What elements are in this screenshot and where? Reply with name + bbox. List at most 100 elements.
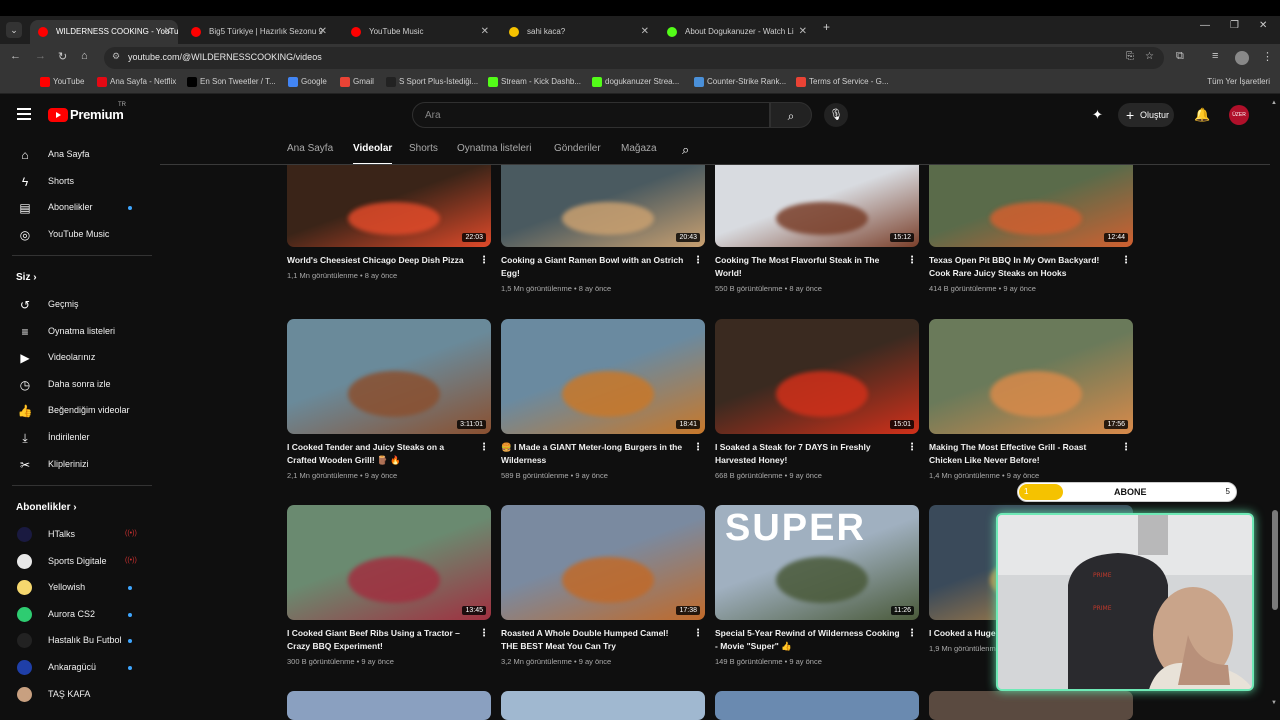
search-button[interactable]: ⌕ bbox=[770, 102, 812, 128]
subscription-item[interactable]: Ankaragücü bbox=[0, 655, 156, 681]
you-section-header[interactable]: Siz › bbox=[16, 272, 37, 283]
subscriptions-section-header[interactable]: Abonelikler › bbox=[16, 502, 77, 513]
more-options-icon[interactable]: ⋮ bbox=[479, 442, 489, 453]
browser-tab[interactable]: YouTube Music ✕ bbox=[343, 20, 495, 44]
video-thumbnail[interactable]: 18:41 bbox=[501, 319, 705, 434]
more-options-icon[interactable]: ⋮ bbox=[1121, 442, 1131, 453]
video-title[interactable]: Making The Most Effective Grill - Roast … bbox=[929, 441, 1115, 467]
subscription-item[interactable]: HTalks ((•)) bbox=[0, 522, 156, 548]
more-options-icon[interactable]: ⋮ bbox=[479, 255, 489, 266]
all-bookmarks-button[interactable]: Tüm Yer İşaretleri bbox=[1193, 77, 1270, 86]
close-tab-icon[interactable]: ✕ bbox=[799, 20, 807, 44]
sidebar-item[interactable]: ✂ Kliplerinizi bbox=[0, 452, 156, 478]
video-title[interactable]: I Soaked a Steak for 7 DAYS in Freshly H… bbox=[715, 441, 901, 467]
close-tab-icon[interactable]: ✕ bbox=[641, 20, 649, 44]
subscription-item[interactable]: Aurora CS2 bbox=[0, 602, 156, 628]
sidebar-item[interactable]: ▶ Videolarınız bbox=[0, 345, 156, 371]
sidebar-item[interactable]: ◎ YouTube Music bbox=[0, 222, 156, 248]
bookmark-item[interactable]: YouTube bbox=[40, 77, 84, 87]
close-window-icon[interactable]: ✕ bbox=[1259, 20, 1267, 31]
video-title[interactable]: Special 5-Year Rewind of Wilderness Cook… bbox=[715, 627, 901, 653]
maximize-icon[interactable]: ❐ bbox=[1230, 20, 1239, 31]
close-tab-icon[interactable]: ✕ bbox=[319, 20, 327, 44]
video-thumbnail[interactable]: 15:01 bbox=[715, 319, 919, 434]
video-thumbnail[interactable]: 17:38 bbox=[501, 505, 705, 620]
install-icon[interactable]: ⎘ bbox=[1126, 51, 1134, 62]
video-title[interactable]: Cooking The Most Flavorful Steak in The … bbox=[715, 254, 901, 280]
more-options-icon[interactable]: ⋮ bbox=[907, 255, 917, 266]
bookmark-item[interactable]: En Son Tweetler / T... bbox=[187, 77, 276, 87]
sidebar-item[interactable]: ↺ Geçmiş bbox=[0, 292, 156, 318]
more-options-icon[interactable]: ⋮ bbox=[693, 255, 703, 266]
more-options-icon[interactable]: ⋮ bbox=[907, 442, 917, 453]
subscription-item[interactable]: Yellowish bbox=[0, 575, 156, 601]
address-bar[interactable]: ⚙ youtube.com/@WILDERNESSCOOKING/videos … bbox=[104, 47, 1164, 69]
video-thumbnail[interactable] bbox=[501, 691, 705, 720]
reload-icon[interactable]: ↻ bbox=[58, 50, 67, 63]
video-thumbnail[interactable]: 20:43 bbox=[501, 165, 705, 247]
bookmark-item[interactable]: Terms of Service - G... bbox=[796, 77, 889, 87]
channel-search-icon[interactable]: ⌕ bbox=[682, 142, 689, 158]
tab-search-button[interactable]: ⌄ bbox=[6, 22, 22, 38]
browser-tab[interactable]: Big5 Türkiye | Hazırlık Sezonu 9 ✕ bbox=[183, 20, 333, 44]
video-title[interactable]: I Cooked Tender and Juicy Steaks on a Cr… bbox=[287, 441, 473, 467]
more-options-icon[interactable]: ⋮ bbox=[907, 628, 917, 639]
scrollbar-thumb[interactable] bbox=[1272, 510, 1278, 610]
bookmark-item[interactable]: Ana Sayfa - Netflix bbox=[97, 77, 176, 87]
video-thumbnail[interactable] bbox=[929, 691, 1133, 720]
video-thumbnail[interactable]: SUPER 11:26 bbox=[715, 505, 919, 620]
minimize-icon[interactable]: — bbox=[1200, 20, 1210, 31]
page-scrollbar[interactable]: ▲ ▼ bbox=[1271, 100, 1279, 720]
video-title[interactable]: Cooking a Giant Ramen Bowl with an Ostri… bbox=[501, 254, 687, 280]
media-icon[interactable]: ≡ bbox=[1212, 50, 1218, 62]
create-button[interactable]: Oluştur bbox=[1118, 103, 1174, 127]
close-tab-icon[interactable]: ✕ bbox=[481, 20, 489, 44]
channel-tab[interactable]: Gönderiler bbox=[554, 143, 601, 154]
subscription-item[interactable]: Hastalık Bu Futbol bbox=[0, 628, 156, 654]
menu-icon[interactable]: ⋮ bbox=[1262, 50, 1273, 63]
scroll-down-icon[interactable]: ▼ bbox=[1271, 700, 1277, 706]
channel-tab[interactable]: Oynatma listeleri bbox=[457, 143, 531, 154]
more-options-icon[interactable]: ⋮ bbox=[1121, 255, 1131, 266]
channel-tab[interactable]: Shorts bbox=[409, 143, 438, 154]
site-info-icon[interactable]: ⚙ bbox=[112, 51, 120, 62]
bookmark-item[interactable]: Counter-Strike Rank... bbox=[694, 77, 786, 87]
sidebar-item[interactable]: ϟ Shorts bbox=[0, 169, 156, 195]
video-title[interactable]: Roasted A Whole Double Humped Camel! THE… bbox=[501, 627, 687, 653]
video-thumbnail[interactable] bbox=[715, 691, 919, 720]
channel-tab[interactable]: Videolar bbox=[353, 143, 393, 165]
browser-tab[interactable]: About Dogukanuzer - Watch Li ✕ bbox=[659, 20, 813, 44]
sidebar-item[interactable]: ◷ Daha sonra izle bbox=[0, 372, 156, 398]
bookmark-item[interactable]: Stream - Kick Dashb... bbox=[488, 77, 581, 87]
voice-search-icon[interactable]: 🎙 bbox=[824, 103, 848, 127]
video-thumbnail[interactable]: 17:56 bbox=[929, 319, 1133, 434]
bookmark-item[interactable]: dogukanuzer Strea... bbox=[592, 77, 679, 87]
notifications-icon[interactable]: 🔔 bbox=[1194, 107, 1210, 123]
back-icon[interactable]: ← bbox=[10, 50, 21, 62]
extensions-icon[interactable]: ⧉ bbox=[1176, 50, 1184, 63]
video-title[interactable]: World's Cheesiest Chicago Deep Dish Pizz… bbox=[287, 254, 473, 267]
video-title[interactable]: Texas Open Pit BBQ In My Own Backyard! C… bbox=[929, 254, 1115, 280]
video-title[interactable]: I Cooked Giant Beef Ribs Using a Tractor… bbox=[287, 627, 473, 653]
avatar[interactable]: ÜZER bbox=[1229, 105, 1249, 125]
video-thumbnail[interactable] bbox=[287, 691, 491, 720]
browser-tab[interactable]: sahi kaca? ✕ bbox=[501, 20, 655, 44]
video-title[interactable]: 🍔 I Made a GIANT Meter-long Burgers in t… bbox=[501, 441, 687, 467]
home-icon[interactable]: ⌂ bbox=[81, 50, 88, 62]
bookmark-star-icon[interactable]: ☆ bbox=[1145, 51, 1154, 62]
sidebar-item[interactable]: ≡ Oynatma listeleri bbox=[0, 319, 156, 345]
sidebar-item[interactable]: ⌂ Ana Sayfa bbox=[0, 142, 156, 168]
forward-icon[interactable]: → bbox=[35, 50, 46, 62]
bookmark-item[interactable]: S Sport Plus-İstediği... bbox=[386, 77, 478, 87]
sidebar-item[interactable]: ⤓ İndirilenler bbox=[0, 425, 156, 451]
more-options-icon[interactable]: ⋮ bbox=[479, 628, 489, 639]
new-tab-button[interactable]: + bbox=[823, 20, 830, 34]
bookmark-item[interactable]: Google bbox=[288, 77, 327, 87]
profile-avatar[interactable] bbox=[1235, 51, 1249, 65]
scroll-up-icon[interactable]: ▲ bbox=[1271, 100, 1277, 106]
sidebar-item[interactable]: 👍 Beğendiğim videolar bbox=[0, 398, 156, 424]
browser-tab[interactable]: WILDERNESS COOKING - YouTube ✕ bbox=[30, 20, 178, 44]
video-thumbnail[interactable]: 3:11:01 bbox=[287, 319, 491, 434]
video-thumbnail[interactable]: 13:45 bbox=[287, 505, 491, 620]
channel-tab[interactable]: Ana Sayfa bbox=[287, 143, 333, 154]
